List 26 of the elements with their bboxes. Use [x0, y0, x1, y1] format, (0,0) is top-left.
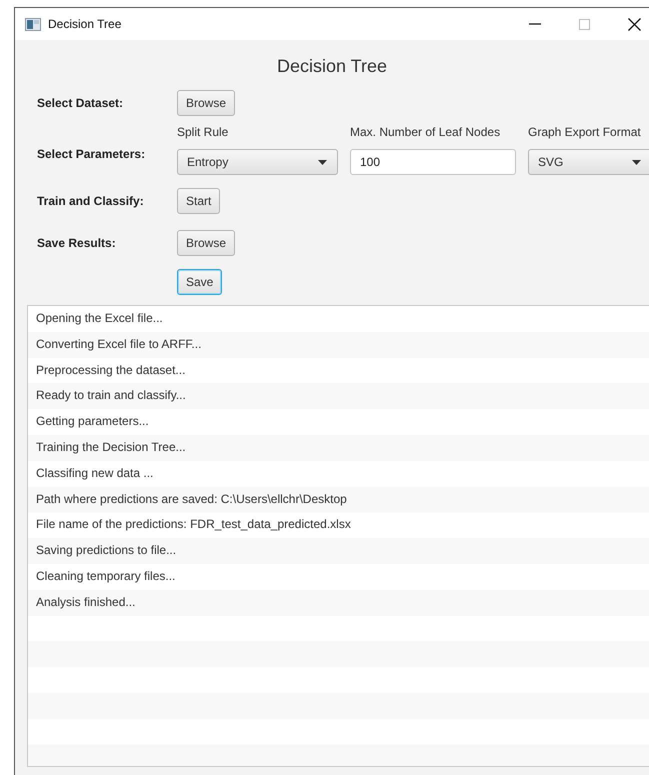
field-label: Select Dataset: [37, 96, 124, 110]
input-field[interactable]: 100 [350, 149, 516, 175]
log-entry: Opening the Excel file... [35, 310, 164, 327]
close-icon[interactable] [628, 18, 641, 30]
field-label: Select Parameters: [37, 147, 146, 161]
field-label: Train and Classify: [37, 194, 145, 208]
log-entry: Getting parameters... [35, 413, 150, 430]
field-label: Max. Number of Leaf Nodes [350, 125, 502, 139]
start-button[interactable]: Start [177, 188, 220, 214]
log-entry: File name of the predictions: FDR_test_data_predicted.xlsx [35, 516, 352, 534]
browse-button[interactable]: Browse [177, 230, 236, 256]
app-heading: Decision Tree [276, 56, 388, 77]
caret-icon [632, 160, 641, 164]
log-entry: Cleaning temporary files... [35, 568, 176, 585]
app-icon [25, 18, 41, 30]
export-format-dropdown[interactable]: SVG [528, 149, 649, 175]
split-rule-dropdown[interactable]: Entropy [177, 149, 338, 175]
save-button[interactable]: Save [177, 268, 222, 294]
field-label: Graph Export Format [528, 125, 642, 139]
field-label: Save Results: [37, 236, 117, 250]
browse-button[interactable]: Browse [177, 90, 236, 116]
caret-icon [318, 160, 327, 164]
log-entry: Classifing new data ... [35, 464, 154, 482]
window-title: Decision Tree [48, 17, 122, 31]
log-entry: Preprocessing the dataset... [35, 362, 186, 379]
field-label: Split Rule [177, 125, 230, 139]
